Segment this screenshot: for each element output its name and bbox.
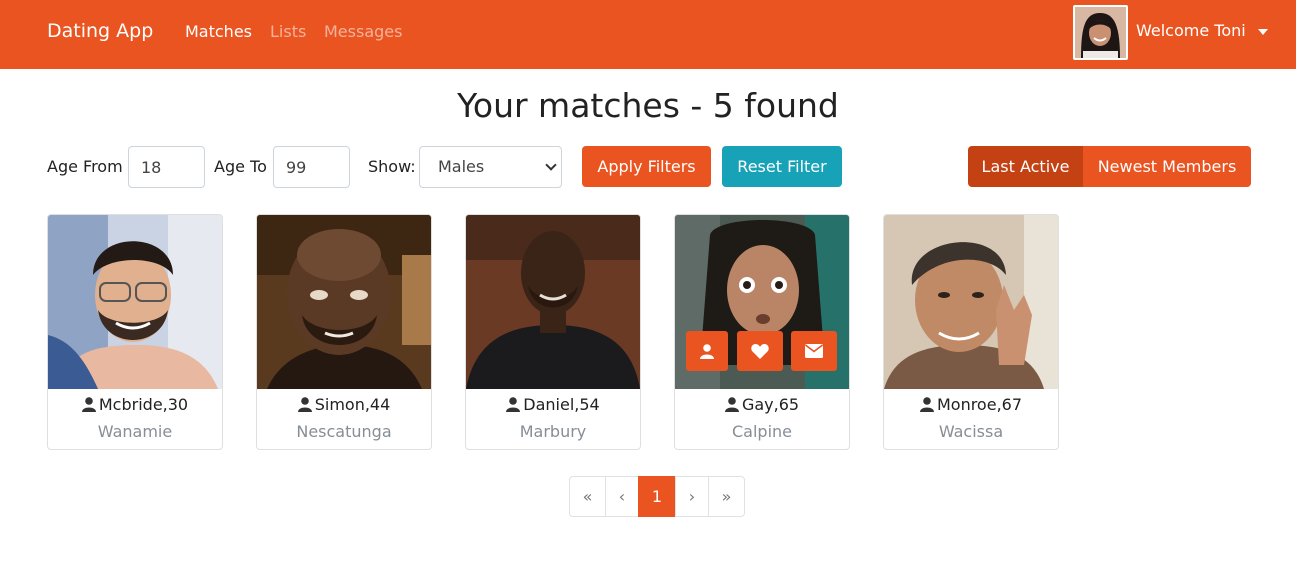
reset-filter-button[interactable]: Reset Filter (722, 146, 842, 187)
member-name-text: Gay,65 (741, 395, 800, 414)
navbar: Dating App Matches Lists Messages Welcom… (0, 0, 1296, 69)
nav-messages[interactable]: Messages (324, 22, 402, 41)
member-name: Simon,44 (257, 395, 431, 414)
age-to-input[interactable] (273, 146, 350, 188)
member-name-text: Simon,44 (314, 395, 391, 414)
card-like-button[interactable] (737, 331, 783, 371)
gender-select-value: Males (438, 157, 485, 176)
member-photo[interactable] (48, 215, 222, 389)
user-icon (297, 397, 312, 412)
member-card[interactable]: Daniel,54 Marbury (465, 214, 641, 450)
member-card[interactable]: Mcbride,30 Wanamie (47, 214, 223, 450)
user-dropdown[interactable]: Welcome Toni (1136, 21, 1246, 40)
pagination-next[interactable]: › (675, 476, 709, 517)
member-card[interactable]: Gay,65 Calpine (674, 214, 850, 450)
envelope-icon (805, 344, 823, 358)
member-city: Wacissa (938, 422, 1004, 441)
pagination-first[interactable]: « (569, 476, 606, 517)
brand-link[interactable]: Dating App (47, 20, 153, 42)
user-icon (919, 397, 934, 412)
age-to-label: Age To (214, 157, 267, 176)
member-card[interactable]: Monroe,67 Wacissa (883, 214, 1059, 450)
member-name-text: Monroe,67 (936, 395, 1023, 414)
chevron-down-icon (545, 159, 557, 171)
card-profile-button[interactable] (686, 331, 728, 371)
chevron-down-icon[interactable] (1258, 29, 1268, 35)
member-photo[interactable] (466, 215, 640, 389)
member-name: Mcbride,30 (48, 395, 222, 414)
card-message-button[interactable] (791, 331, 837, 371)
member-card[interactable]: Simon,44 Nescatunga (256, 214, 432, 450)
member-city: Wanamie (97, 422, 173, 441)
pagination-last[interactable]: » (708, 476, 745, 517)
member-city: Nescatunga (296, 422, 392, 441)
gender-select[interactable]: Males (419, 146, 562, 188)
member-photo[interactable] (884, 215, 1058, 389)
age-from-label: Age From (47, 157, 123, 176)
member-name-text: Mcbride,30 (98, 395, 189, 414)
member-name: Monroe,67 (884, 395, 1058, 414)
member-name: Gay,65 (675, 395, 849, 414)
heart-icon (751, 344, 769, 359)
pagination-prev[interactable]: ‹ (605, 476, 639, 517)
member-photo[interactable] (257, 215, 431, 389)
member-city: Marbury (519, 422, 587, 441)
show-label: Show: (368, 157, 416, 176)
pagination: « ‹ 1 › » (569, 476, 745, 517)
sort-newest-members-button[interactable]: Newest Members (1083, 146, 1251, 187)
user-icon (506, 397, 521, 412)
member-city: Calpine (731, 422, 792, 441)
age-from-input[interactable] (128, 146, 205, 188)
pagination-page-1[interactable]: 1 (638, 476, 676, 517)
user-icon (81, 397, 96, 412)
nav-lists[interactable]: Lists (270, 22, 306, 41)
member-name: Daniel,54 (466, 395, 640, 414)
user-icon (700, 343, 714, 359)
page-title: Your matches - 5 found (457, 86, 839, 125)
sort-last-active-button[interactable]: Last Active (968, 146, 1083, 187)
avatar[interactable] (1073, 5, 1128, 60)
member-name-text: Daniel,54 (523, 395, 600, 414)
user-icon (724, 397, 739, 412)
apply-filters-button[interactable]: Apply Filters (582, 146, 711, 187)
nav-matches[interactable]: Matches (185, 22, 252, 41)
